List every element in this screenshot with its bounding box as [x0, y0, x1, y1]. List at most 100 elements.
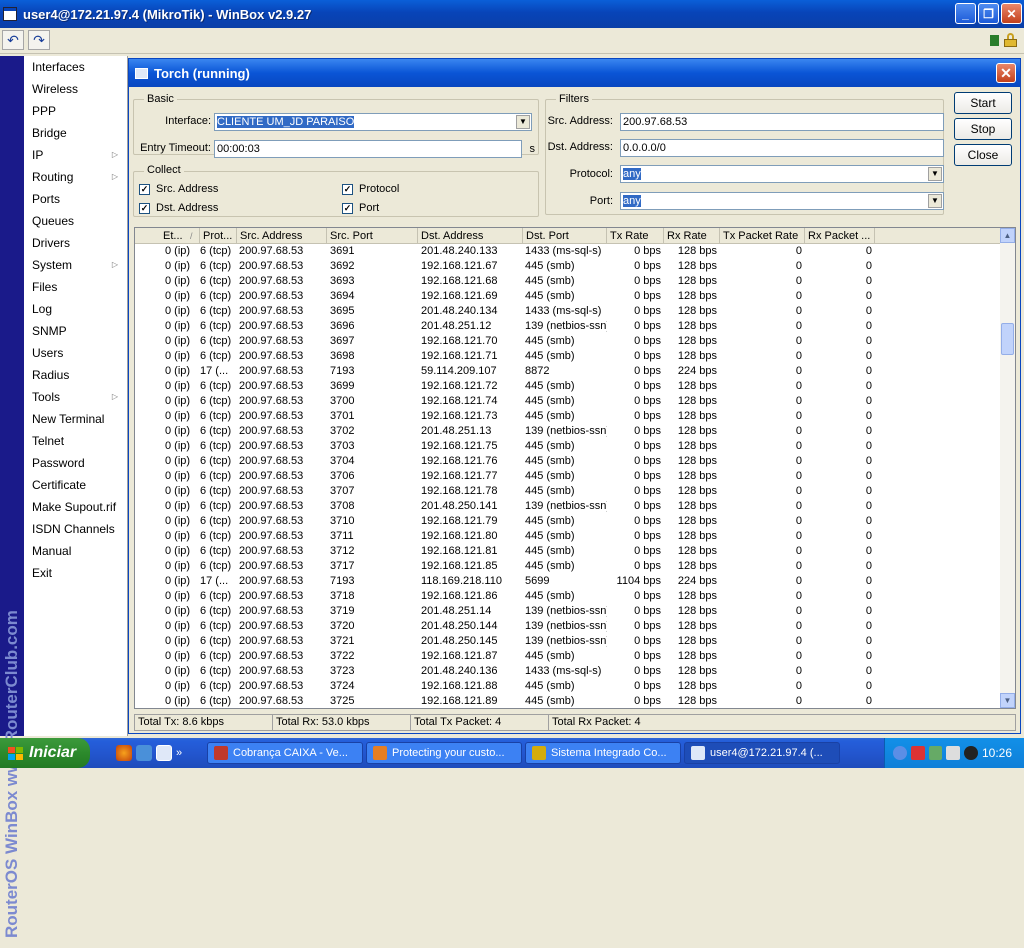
table-row[interactable]: 0 (ip) 6 (tcp) 200.97.68.53 3695 201.48.240.…: [135, 304, 1003, 319]
menu-item-snmp[interactable]: SNMP: [24, 320, 127, 342]
table-row[interactable]: 0 (ip) 6 (tcp) 200.97.68.53 3721 201.48.250.…: [135, 634, 1003, 649]
table-row[interactable]: 0 (ip) 6 (tcp) 200.97.68.53 3712 192.168.121…: [135, 544, 1003, 559]
stop-button[interactable]: Stop: [954, 118, 1012, 140]
taskbar-button[interactable]: Sistema Integrado Co...: [525, 742, 681, 764]
undo-icon[interactable]: ↶: [2, 30, 24, 50]
port-checkbox[interactable]: ✓ Port: [342, 202, 379, 214]
chevron-down-icon[interactable]: ▼: [928, 194, 942, 208]
menu-item-manual[interactable]: Manual: [24, 540, 127, 562]
torch-title-bar[interactable]: Torch (running) ✕: [129, 59, 1020, 87]
menu-item-system[interactable]: System ▷: [24, 254, 127, 276]
interface-select[interactable]: CLIENTE UM_JD PARAISO ▼: [214, 113, 532, 131]
wireless-icon[interactable]: [910, 746, 925, 760]
table-row[interactable]: 0 (ip) 17 (... 200.97.68.53 7193 118.169.218…: [135, 574, 1003, 589]
table-row[interactable]: 0 (ip) 6 (tcp) 200.97.68.53 3704 192.168.121…: [135, 454, 1003, 469]
desktop-icon[interactable]: [156, 745, 172, 761]
restore-button[interactable]: ❐: [978, 3, 999, 24]
src-address-input[interactable]: 200.97.68.53: [620, 113, 944, 131]
column-header[interactable]: Prot...: [200, 228, 237, 244]
menu-item-make-supout-rif[interactable]: Make Supout.rif: [24, 496, 127, 518]
start-button[interactable]: Start: [954, 92, 1012, 114]
menu-item-radius[interactable]: Radius: [24, 364, 127, 386]
column-header[interactable]: Rx Rate: [664, 228, 720, 244]
table-row[interactable]: 0 (ip) 6 (tcp) 200.97.68.53 3702 201.48.251.…: [135, 424, 1003, 439]
menu-item-ppp[interactable]: PPP: [24, 100, 127, 122]
scroll-up-icon[interactable]: ▲: [1000, 228, 1015, 243]
start-button-taskbar[interactable]: Iniciar: [0, 738, 90, 768]
entry-timeout-input[interactable]: 00:00:03: [214, 140, 522, 158]
table-row[interactable]: 0 (ip) 6 (tcp) 200.97.68.53 3706 192.168.121…: [135, 469, 1003, 484]
port-select[interactable]: any ▼: [620, 192, 944, 210]
menu-item-bridge[interactable]: Bridge: [24, 122, 127, 144]
torch-close-icon[interactable]: ✕: [996, 63, 1016, 83]
table-row[interactable]: 0 (ip) 6 (tcp) 200.97.68.53 3725 192.168.121…: [135, 694, 1003, 708]
menu-item-routing[interactable]: Routing ▷: [24, 166, 127, 188]
dst-address-checkbox[interactable]: ✓ Dst. Address: [139, 202, 218, 214]
table-row[interactable]: 0 (ip) 17 (... 200.97.68.53 7193 59.114.209.…: [135, 364, 1003, 379]
column-header[interactable]: Tx Packet Rate: [720, 228, 805, 244]
quicklaunch-more-icon[interactable]: »: [176, 747, 182, 759]
firefox-icon[interactable]: [116, 745, 132, 761]
redo-icon[interactable]: ↷: [28, 30, 50, 50]
menu-item-isdn-channels[interactable]: ISDN Channels: [24, 518, 127, 540]
table-row[interactable]: 0 (ip) 6 (tcp) 200.97.68.53 3710 192.168.121…: [135, 514, 1003, 529]
table-row[interactable]: 0 (ip) 6 (tcp) 200.97.68.53 3699 192.168.121…: [135, 379, 1003, 394]
menu-item-drivers[interactable]: Drivers: [24, 232, 127, 254]
menu-item-ports[interactable]: Ports: [24, 188, 127, 210]
chevron-down-icon[interactable]: ▼: [516, 115, 530, 129]
table-row[interactable]: 0 (ip) 6 (tcp) 200.97.68.53 3703 192.168.121…: [135, 439, 1003, 454]
menu-item-ip[interactable]: IP ▷: [24, 144, 127, 166]
menu-item-exit[interactable]: Exit: [24, 562, 127, 584]
menu-item-users[interactable]: Users: [24, 342, 127, 364]
scroll-down-icon[interactable]: ▼: [1000, 693, 1015, 708]
table-row[interactable]: 0 (ip) 6 (tcp) 200.97.68.53 3719 201.48.251.…: [135, 604, 1003, 619]
table-row[interactable]: 0 (ip) 6 (tcp) 200.97.68.53 3694 192.168.121…: [135, 289, 1003, 304]
protocol-select[interactable]: any ▼: [620, 165, 944, 183]
table-row[interactable]: 0 (ip) 6 (tcp) 200.97.68.53 3720 201.48.250.…: [135, 619, 1003, 634]
app-title-bar[interactable]: user4@172.21.97.4 (MikroTik) - WinBox v2…: [0, 0, 1024, 28]
column-header[interactable]: Dst. Port: [523, 228, 607, 244]
table-row[interactable]: 0 (ip) 6 (tcp) 200.97.68.53 3691 201.48.240.…: [135, 244, 1003, 259]
protocol-checkbox[interactable]: ✓ Protocol: [342, 183, 399, 195]
table-row[interactable]: 0 (ip) 6 (tcp) 200.97.68.53 3701 192.168.121…: [135, 409, 1003, 424]
column-header[interactable]: Dst. Address: [418, 228, 523, 244]
src-address-checkbox[interactable]: ✓ Src. Address: [139, 183, 218, 195]
table-row[interactable]: 0 (ip) 6 (tcp) 200.97.68.53 3693 192.168.121…: [135, 274, 1003, 289]
table-row[interactable]: 0 (ip) 6 (tcp) 200.97.68.53 3697 192.168.121…: [135, 334, 1003, 349]
table-row[interactable]: 0 (ip) 6 (tcp) 200.97.68.53 3700 192.168.121…: [135, 394, 1003, 409]
vertical-scrollbar[interactable]: ▲ ▼: [1000, 228, 1015, 708]
taskbar-button[interactable]: user4@172.21.97.4 (...: [684, 742, 840, 764]
menu-item-password[interactable]: Password: [24, 452, 127, 474]
menu-item-certificate[interactable]: Certificate: [24, 474, 127, 496]
table-row[interactable]: 0 (ip) 6 (tcp) 200.97.68.53 3696 201.48.251.…: [135, 319, 1003, 334]
menu-item-files[interactable]: Files: [24, 276, 127, 298]
table-row[interactable]: 0 (ip) 6 (tcp) 200.97.68.53 3708 201.48.250.…: [135, 499, 1003, 514]
menu-item-queues[interactable]: Queues: [24, 210, 127, 232]
tray-back-icon[interactable]: [893, 746, 907, 760]
menu-item-tools[interactable]: Tools ▷: [24, 386, 127, 408]
scroll-thumb[interactable]: [1001, 323, 1014, 355]
menu-item-wireless[interactable]: Wireless: [24, 78, 127, 100]
minimize-button[interactable]: _: [955, 3, 976, 24]
table-row[interactable]: 0 (ip) 6 (tcp) 200.97.68.53 3717 192.168.121…: [135, 559, 1003, 574]
table-row[interactable]: 0 (ip) 6 (tcp) 200.97.68.53 3724 192.168.121…: [135, 679, 1003, 694]
table-row[interactable]: 0 (ip) 6 (tcp) 200.97.68.53 3723 201.48.240.…: [135, 664, 1003, 679]
table-row[interactable]: 0 (ip) 6 (tcp) 200.97.68.53 3707 192.168.121…: [135, 484, 1003, 499]
column-header[interactable]: Tx Rate: [607, 228, 664, 244]
network-icon[interactable]: [928, 746, 943, 760]
close-button[interactable]: Close: [954, 144, 1012, 166]
security-icon[interactable]: [964, 746, 978, 760]
close-window-button[interactable]: ✕: [1001, 3, 1022, 24]
dst-address-input[interactable]: 0.0.0.0/0: [620, 139, 944, 157]
table-row[interactable]: 0 (ip) 6 (tcp) 200.97.68.53 3692 192.168.121…: [135, 259, 1003, 274]
volume-icon[interactable]: [946, 746, 961, 760]
column-header[interactable]: Src. Address: [237, 228, 327, 244]
table-row[interactable]: 0 (ip) 6 (tcp) 200.97.68.53 3718 192.168.121…: [135, 589, 1003, 604]
table-row[interactable]: 0 (ip) 6 (tcp) 200.97.68.53 3711 192.168.121…: [135, 529, 1003, 544]
ie-icon[interactable]: [136, 745, 152, 761]
menu-item-interfaces[interactable]: Interfaces: [24, 56, 127, 78]
table-row[interactable]: 0 (ip) 6 (tcp) 200.97.68.53 3698 192.168.121…: [135, 349, 1003, 364]
table-row[interactable]: 0 (ip) 6 (tcp) 200.97.68.53 3722 192.168.121…: [135, 649, 1003, 664]
taskbar-button[interactable]: Protecting your custo...: [366, 742, 522, 764]
menu-item-log[interactable]: Log: [24, 298, 127, 320]
